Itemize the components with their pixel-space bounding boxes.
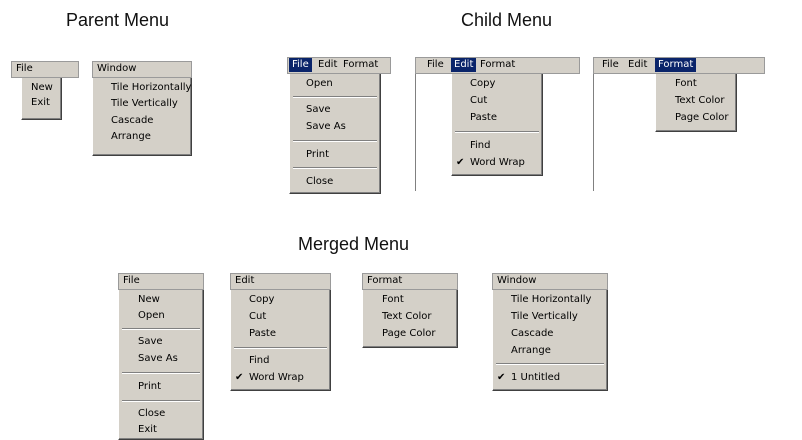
menu-item-copy[interactable]: Copy	[470, 77, 495, 91]
menu-item-word-wrap[interactable]: Word Wrap	[249, 371, 304, 385]
merged-file-header[interactable]: File	[120, 274, 143, 288]
menu-separator	[122, 328, 200, 330]
child-menubar-file[interactable]: File	[599, 58, 622, 72]
child-menubar-edit[interactable]: Edit	[451, 58, 477, 72]
menu-separator	[293, 96, 377, 98]
child-menu-title: Child Menu	[461, 10, 553, 30]
menu-item-save-as[interactable]: Save As	[306, 120, 346, 134]
menu-item-open[interactable]: Open	[138, 309, 165, 323]
menu-item-exit[interactable]: Exit	[31, 96, 50, 110]
parent-window-dropdown: Tile Horizontally Tile Vertically Cascad…	[92, 78, 192, 156]
child-format-dropdown: Font Text Color Page Color	[655, 74, 737, 132]
merged-format-menu: Format Font Text Color Page Color	[362, 273, 458, 348]
checkmark-icon: ✔	[235, 372, 244, 383]
menu-item-open[interactable]: Open	[306, 77, 333, 91]
menu-item-save[interactable]: Save	[306, 103, 331, 117]
menu-item-arrange[interactable]: Arrange	[111, 130, 151, 144]
parent-window-header[interactable]: Window	[94, 62, 139, 76]
menu-item-cascade[interactable]: Cascade	[111, 114, 153, 128]
parent-window-menu: Window Tile Horizontally Tile Vertically…	[92, 61, 192, 156]
merged-format-header[interactable]: Format	[364, 274, 405, 288]
menu-item-close[interactable]: Close	[306, 175, 333, 189]
merged-window-header[interactable]: Window	[494, 274, 539, 288]
menu-item-print[interactable]: Print	[138, 380, 161, 394]
menu-item-new[interactable]: New	[31, 81, 53, 95]
menu-item-copy[interactable]: Copy	[249, 293, 274, 307]
merged-edit-header[interactable]: Edit	[232, 274, 257, 288]
menu-item-font[interactable]: Font	[382, 293, 404, 307]
menu-item-page-color[interactable]: Page Color	[382, 327, 436, 341]
menu-item-tile-vertically[interactable]: Tile Vertically	[511, 310, 578, 324]
merged-edit-dropdown: Copy Cut Paste Find ✔ Word Wrap	[230, 290, 331, 391]
menu-item-paste[interactable]: Paste	[249, 327, 276, 341]
menu-item-find[interactable]: Find	[470, 139, 491, 153]
menu-item-find[interactable]: Find	[249, 354, 270, 368]
merged-menu-title: Merged Menu	[298, 234, 410, 254]
menu-item-print[interactable]: Print	[306, 148, 329, 162]
merged-window-dropdown: Tile Horizontally Tile Vertically Cascad…	[492, 290, 608, 391]
parent-file-menu: File New Exit	[11, 61, 79, 125]
child-menubar-edit[interactable]: Edit	[315, 58, 340, 72]
menu-separator	[122, 400, 200, 402]
merged-file-dropdown: New Open Save Save As Print Close Exit	[118, 290, 204, 440]
menu-separator	[293, 167, 377, 169]
menu-item-text-color[interactable]: Text Color	[675, 94, 725, 108]
menu-item-tile-vertically[interactable]: Tile Vertically	[111, 97, 178, 111]
parent-file-header[interactable]: File	[13, 62, 36, 76]
merged-format-dropdown: Font Text Color Page Color	[362, 290, 458, 348]
checkmark-icon: ✔	[456, 157, 465, 168]
menu-item-word-wrap[interactable]: Word Wrap	[470, 156, 525, 170]
menu-separator	[496, 363, 604, 365]
child-menubar-file[interactable]: File	[289, 58, 312, 72]
child-file-dropdown: Open Save Save As Print Close	[289, 74, 381, 194]
child-menubar-format[interactable]: Format	[655, 58, 697, 72]
merged-file-menu: File New Open Save Save As Print Close E…	[118, 273, 204, 440]
menu-item-cut[interactable]: Cut	[470, 94, 487, 108]
menu-item-cascade[interactable]: Cascade	[511, 327, 553, 341]
parent-menu-title: Parent Menu	[66, 10, 170, 30]
menu-item-tile-horizontally[interactable]: Tile Horizontally	[111, 81, 191, 95]
child-menubar-format[interactable]: Format	[340, 58, 381, 72]
child-menubar-edit[interactable]: Edit	[625, 58, 650, 72]
menu-item-save-as[interactable]: Save As	[138, 352, 178, 366]
menu-item-cut[interactable]: Cut	[249, 310, 266, 324]
child-edit-dropdown: Copy Cut Paste Find ✔ Word Wrap	[451, 74, 543, 176]
menu-item-exit[interactable]: Exit	[138, 423, 157, 437]
menu-item-arrange[interactable]: Arrange	[511, 344, 551, 358]
child-window-file-open: File Edit Format Open Save Save As Print…	[287, 57, 391, 194]
menu-item-page-color[interactable]: Page Color	[675, 111, 729, 125]
child-window-edit-open: File Edit Format Copy Cut Paste Find ✔ W…	[415, 57, 580, 177]
menu-item-paste[interactable]: Paste	[470, 111, 497, 125]
child-menubar-format[interactable]: Format	[477, 58, 518, 72]
parent-file-dropdown: New Exit	[21, 78, 62, 120]
merged-edit-menu: Edit Copy Cut Paste Find ✔ Word Wrap	[230, 273, 331, 391]
menu-item-close[interactable]: Close	[138, 407, 165, 421]
checkmark-icon: ✔	[497, 372, 506, 383]
menu-separator	[122, 372, 200, 374]
menu-item-text-color[interactable]: Text Color	[382, 310, 432, 324]
menu-separator	[234, 347, 327, 349]
menu-item-save[interactable]: Save	[138, 335, 163, 349]
menu-item-tile-horizontally[interactable]: Tile Horizontally	[511, 293, 591, 307]
menu-item-font[interactable]: Font	[675, 77, 697, 91]
child-menubar-file[interactable]: File	[424, 58, 447, 72]
menu-separator	[293, 140, 377, 142]
menu-item-1-untitled[interactable]: 1 Untitled	[511, 371, 560, 385]
child-window-format-open: File Edit Format Font Text Color Page Co…	[593, 57, 765, 137]
menu-separator	[455, 131, 539, 133]
merged-window-menu: Window Tile Horizontally Tile Vertically…	[492, 273, 608, 391]
menu-item-new[interactable]: New	[138, 293, 160, 307]
